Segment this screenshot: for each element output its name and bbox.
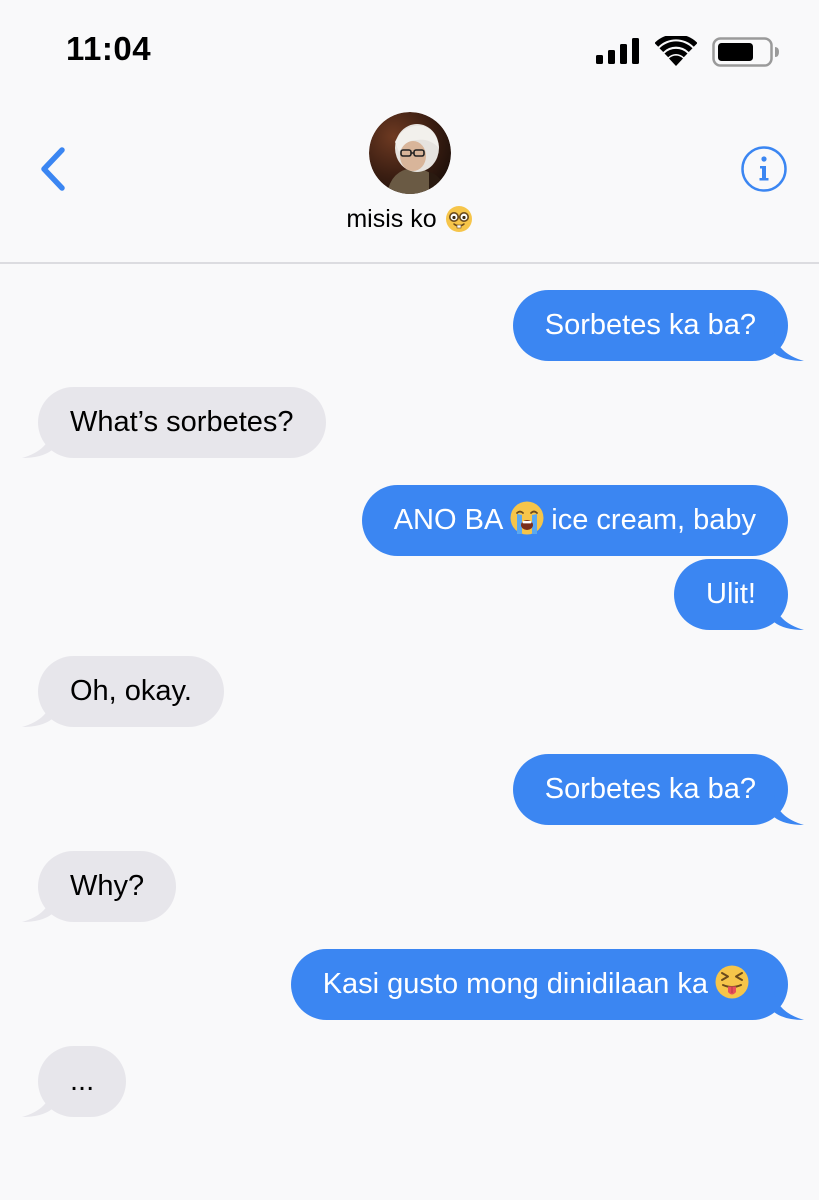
avatar[interactable] (369, 112, 451, 194)
bubble-tail (774, 990, 804, 1020)
message-text: Ulit! (706, 578, 756, 610)
message-text: Kasi gusto mong dinidilaan ka (322, 968, 708, 1000)
loudly-crying-face-emoji (510, 501, 544, 535)
incoming-message-bubble[interactable]: What’s sorbetes? (22, 387, 326, 458)
bubble-tail (22, 697, 52, 727)
message-text: ... (70, 1065, 95, 1097)
incoming-message-bubble[interactable]: Oh, okay. (22, 656, 224, 727)
outgoing-message-bubble[interactable]: ANO BA ice cream, baby (361, 485, 788, 556)
squinting-face-with-tongue-emoji (715, 965, 749, 999)
message-text: What’s sorbetes? (70, 406, 294, 438)
bubble-tail (22, 1087, 52, 1117)
chevron-left-icon[interactable] (32, 142, 76, 196)
nerd-face-emoji (445, 206, 472, 233)
outgoing-message-bubble[interactable]: Kasi gusto mong dinidilaan ka (290, 949, 804, 1020)
message-thread[interactable]: Sorbetes ka ba? What’s sorbetes? ANO BA … (0, 264, 819, 1200)
message-text: Oh, okay. (70, 675, 192, 707)
battery-icon (712, 37, 779, 67)
info-icon[interactable] (740, 145, 788, 193)
conversation-header: misis ko (0, 100, 819, 264)
message-text: Sorbetes ka ba? (544, 309, 756, 341)
bubble-tail (774, 331, 804, 361)
incoming-message-bubble[interactable]: ... (22, 1046, 127, 1117)
outgoing-message-bubble[interactable]: Sorbetes ka ba? (512, 754, 804, 825)
message-text: ANO BA (393, 504, 504, 536)
bubble-tail (774, 795, 804, 825)
outgoing-message-bubble[interactable]: Ulit! (674, 559, 804, 630)
outgoing-message-bubble[interactable]: Sorbetes ka ba? (512, 290, 804, 361)
message-text-continued: ice cream, baby (551, 504, 756, 536)
bubble-tail (22, 892, 52, 922)
status-bar: 11:04 (0, 0, 819, 100)
message-text: Sorbetes ka ba? (544, 773, 756, 805)
bubble-tail (774, 600, 804, 630)
status-time: 11:04 (66, 30, 152, 67)
bubble-tail (22, 428, 52, 458)
contact-name[interactable]: misis ko (0, 204, 819, 234)
contact-name-label: misis ko (346, 204, 437, 233)
incoming-message-bubble[interactable]: Why? (22, 851, 177, 922)
message-text: Why? (70, 870, 145, 902)
wifi-icon (655, 36, 697, 66)
signal-icon (596, 38, 639, 64)
